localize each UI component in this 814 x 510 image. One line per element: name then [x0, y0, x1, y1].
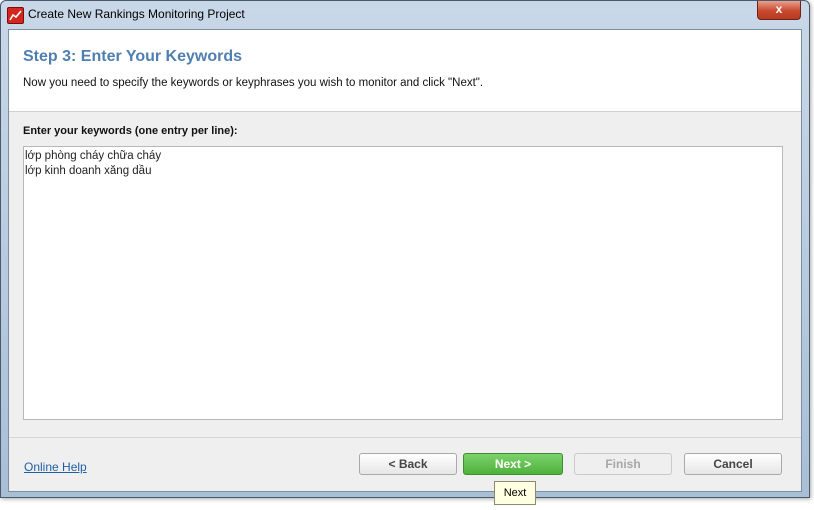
keywords-textarea[interactable]: lớp phòng cháy chữa cháy lớp kinh doanh …	[23, 146, 783, 420]
step-description: Now you need to specify the keywords or …	[23, 77, 484, 89]
keyword-line: lớp kinh doanh xăng dầu	[25, 165, 152, 177]
finish-button[interactable]: Finish	[574, 453, 672, 475]
dialog-content: Step 3: Enter Your Keywords Now you need…	[8, 29, 802, 492]
window-title: Create New Rankings Monitoring Project	[28, 7, 245, 21]
step-title: Step 3: Enter Your Keywords	[23, 48, 243, 65]
rankings-chart-icon	[7, 7, 24, 24]
step-header: Step 3: Enter Your Keywords Now you need…	[9, 30, 801, 112]
footer-divider	[9, 437, 801, 438]
keywords-label: Enter your keywords (one entry per line)…	[23, 125, 238, 137]
next-tooltip: Next	[494, 481, 536, 505]
cancel-button[interactable]: Cancel	[684, 453, 782, 475]
keyword-line: lớp phòng cháy chữa cháy	[25, 150, 162, 162]
back-button[interactable]: < Back	[359, 453, 457, 475]
online-help-link[interactable]: Online Help	[24, 460, 87, 474]
close-button[interactable]: x	[757, 1, 801, 20]
close-icon: x	[775, 2, 783, 16]
title-bar[interactable]: Create New Rankings Monitoring Project x	[1, 1, 809, 27]
next-button[interactable]: Next >	[463, 453, 563, 475]
dialog-window: Create New Rankings Monitoring Project x…	[0, 0, 810, 498]
